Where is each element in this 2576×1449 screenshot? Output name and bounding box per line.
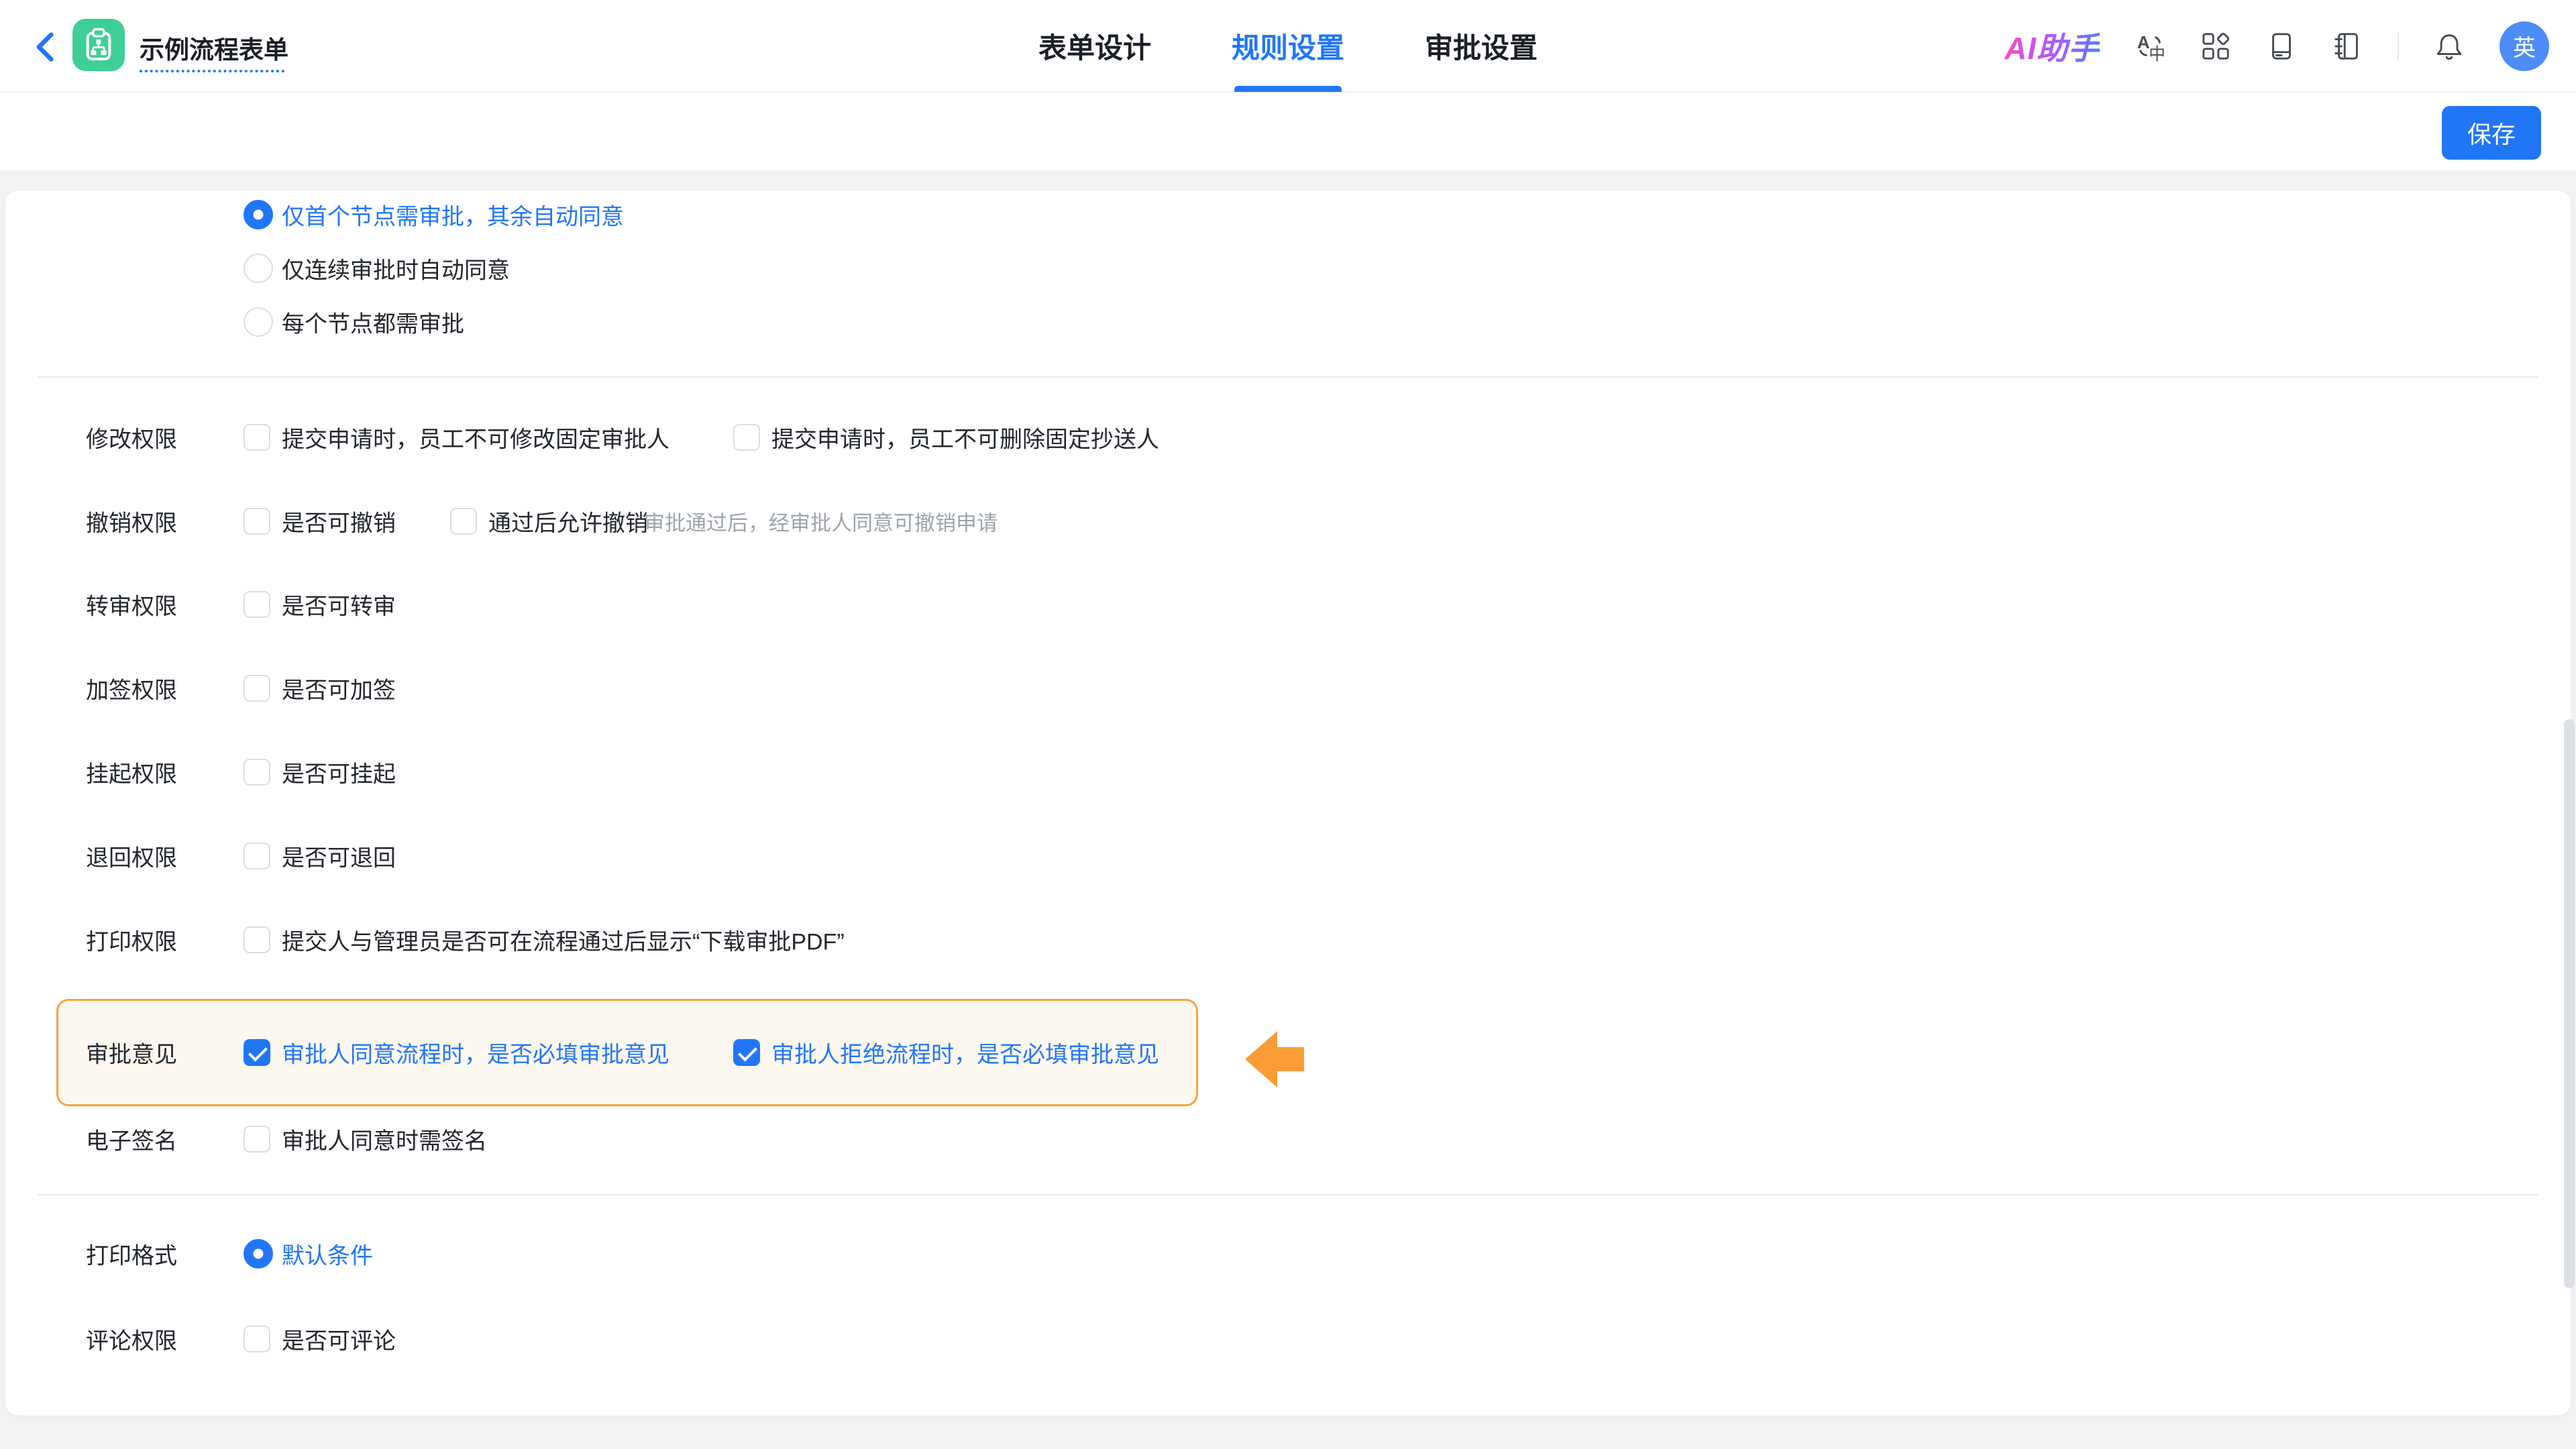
row-print-permission: 打印权限 提交人与管理员是否可在流程通过后显示“下载审批PDF” <box>5 921 2571 959</box>
row-label: 退回权限 <box>86 845 177 871</box>
row-comment-permission: 评论权限 是否可评论 <box>5 1320 2571 1358</box>
approval-mode-option-row: 仅首个节点需审批，其余自动同意 <box>5 196 2571 233</box>
section-divider <box>38 1194 2538 1195</box>
row-withdraw-permission: 撤销权限 是否可撤销 通过后允许撤销 审批通过后，经审批人同意可撤销申请 <box>5 502 2571 540</box>
tab-form-design[interactable]: 表单设计 <box>1038 0 1151 92</box>
checkbox-label[interactable]: 审批人同意时需签名 <box>282 1123 487 1156</box>
radio-unselected[interactable] <box>244 307 273 337</box>
scrollbar-thumb[interactable] <box>2564 719 2575 1288</box>
row-signature: 电子签名 审批人同意时需签名 <box>5 1120 2571 1158</box>
apps-grid-icon[interactable] <box>2200 31 2231 62</box>
checkbox-label[interactable]: 是否可评论 <box>282 1323 396 1356</box>
row-label: 加签权限 <box>86 678 177 704</box>
row-label: 修改权限 <box>86 427 177 453</box>
radio-option-label[interactable]: 仅连续审批时自动同意 <box>282 252 510 285</box>
checkbox[interactable] <box>244 591 270 618</box>
checkbox-checked[interactable] <box>244 1039 270 1066</box>
checkbox-label[interactable]: 是否可撤销 <box>282 505 396 538</box>
row-label: 评论权限 <box>86 1328 177 1354</box>
book-icon[interactable] <box>2266 31 2297 62</box>
tab-rule-settings[interactable]: 规则设置 <box>1232 0 1344 92</box>
row-label: 挂起权限 <box>86 761 177 788</box>
header-divider <box>2398 32 2399 60</box>
checkbox[interactable] <box>733 424 760 451</box>
radio-option-label[interactable]: 仅首个节点需审批，其余自动同意 <box>282 199 624 231</box>
approval-mode-option-row: 每个节点都需审批 <box>5 303 2571 341</box>
rule-settings-panel: 仅首个节点需审批，其余自动同意 仅连续审批时自动同意 每个节点都需审批 修改权限… <box>5 191 2571 1415</box>
row-modify-permission: 修改权限 提交申请时，员工不可修改固定审批人 提交申请时，员工不可删除固定抄送人 <box>5 419 2571 456</box>
header-actions: AI助手 A 中 英 <box>2004 0 2549 92</box>
row-transfer-permission: 转审权限 是否可转审 <box>5 586 2571 623</box>
svg-text:中: 中 <box>2149 45 2165 62</box>
radio-option-label[interactable]: 默认条件 <box>282 1238 373 1271</box>
row-print-format: 打印格式 默认条件 <box>5 1235 2571 1273</box>
checkbox-label[interactable]: 审批人同意流程时，是否必填审批意见 <box>282 1036 669 1069</box>
toolbar: 保存 <box>0 93 2576 170</box>
header: 示例流程表单 表单设计 规则设置 审批设置 AI助手 A 中 英 <box>0 0 2576 92</box>
tab-approval-settings[interactable]: 审批设置 <box>1425 0 1538 92</box>
checkbox-label[interactable]: 提交人与管理员是否可在流程通过后显示“下载审批PDF” <box>282 924 845 957</box>
row-label: 审批意见 <box>86 1042 177 1068</box>
checkbox-label[interactable]: 通过后允许撤销 <box>488 505 648 538</box>
row-label: 打印格式 <box>86 1243 177 1269</box>
checkbox-checked[interactable] <box>733 1039 760 1066</box>
checkbox[interactable] <box>244 508 270 535</box>
notebook-icon[interactable] <box>2332 31 2363 62</box>
checkbox-label[interactable]: 提交申请时，员工不可删除固定抄送人 <box>771 421 1159 454</box>
row-label: 电子签名 <box>86 1128 177 1155</box>
approval-mode-option-row: 仅连续审批时自动同意 <box>5 250 2571 287</box>
checkbox[interactable] <box>244 759 270 786</box>
checkbox[interactable] <box>244 1326 270 1352</box>
checkbox-label[interactable]: 是否可退回 <box>282 840 396 873</box>
checkbox[interactable] <box>244 424 270 451</box>
row-label: 打印权限 <box>86 929 177 955</box>
user-avatar[interactable]: 英 <box>2500 21 2549 71</box>
checkbox[interactable] <box>244 926 270 953</box>
checkbox-label[interactable]: 是否可转审 <box>282 588 396 621</box>
radio-selected[interactable] <box>244 200 273 229</box>
checkbox[interactable] <box>450 508 477 535</box>
section-divider <box>38 376 2538 378</box>
checkbox-label[interactable]: 审批人拒绝流程时，是否必填审批意见 <box>771 1036 1159 1069</box>
radio-unselected[interactable] <box>244 254 273 283</box>
row-addsign-permission: 加签权限 是否可加签 <box>5 669 2571 707</box>
bell-icon[interactable] <box>2434 31 2465 62</box>
checkbox-label[interactable]: 是否可挂起 <box>282 756 396 789</box>
checkbox[interactable] <box>244 675 270 702</box>
checkbox-label[interactable]: 是否可加签 <box>282 672 396 705</box>
checkbox[interactable] <box>244 843 270 869</box>
checkbox-label[interactable]: 提交申请时，员工不可修改固定审批人 <box>282 421 669 454</box>
svg-text:A: A <box>2137 33 2150 52</box>
row-sendback-permission: 退回权限 是否可退回 <box>5 837 2571 875</box>
row-suspend-permission: 挂起权限 是否可挂起 <box>5 753 2571 791</box>
ai-assistant-button[interactable]: AI助手 <box>2004 24 2100 68</box>
row-approval-opinion: 审批意见 审批人同意流程时，是否必填审批意见 审批人拒绝流程时，是否必填审批意见 <box>5 1034 2571 1071</box>
radio-selected[interactable] <box>244 1239 273 1269</box>
withdraw-hint-text: 审批通过后，经审批人同意可撤销申请 <box>644 511 998 535</box>
save-button[interactable]: 保存 <box>2442 106 2541 160</box>
row-label: 撤销权限 <box>86 511 177 537</box>
checkbox[interactable] <box>244 1126 270 1152</box>
translate-icon[interactable]: A 中 <box>2135 31 2165 62</box>
row-label: 转审权限 <box>86 594 177 620</box>
radio-option-label[interactable]: 每个节点都需审批 <box>282 306 464 339</box>
